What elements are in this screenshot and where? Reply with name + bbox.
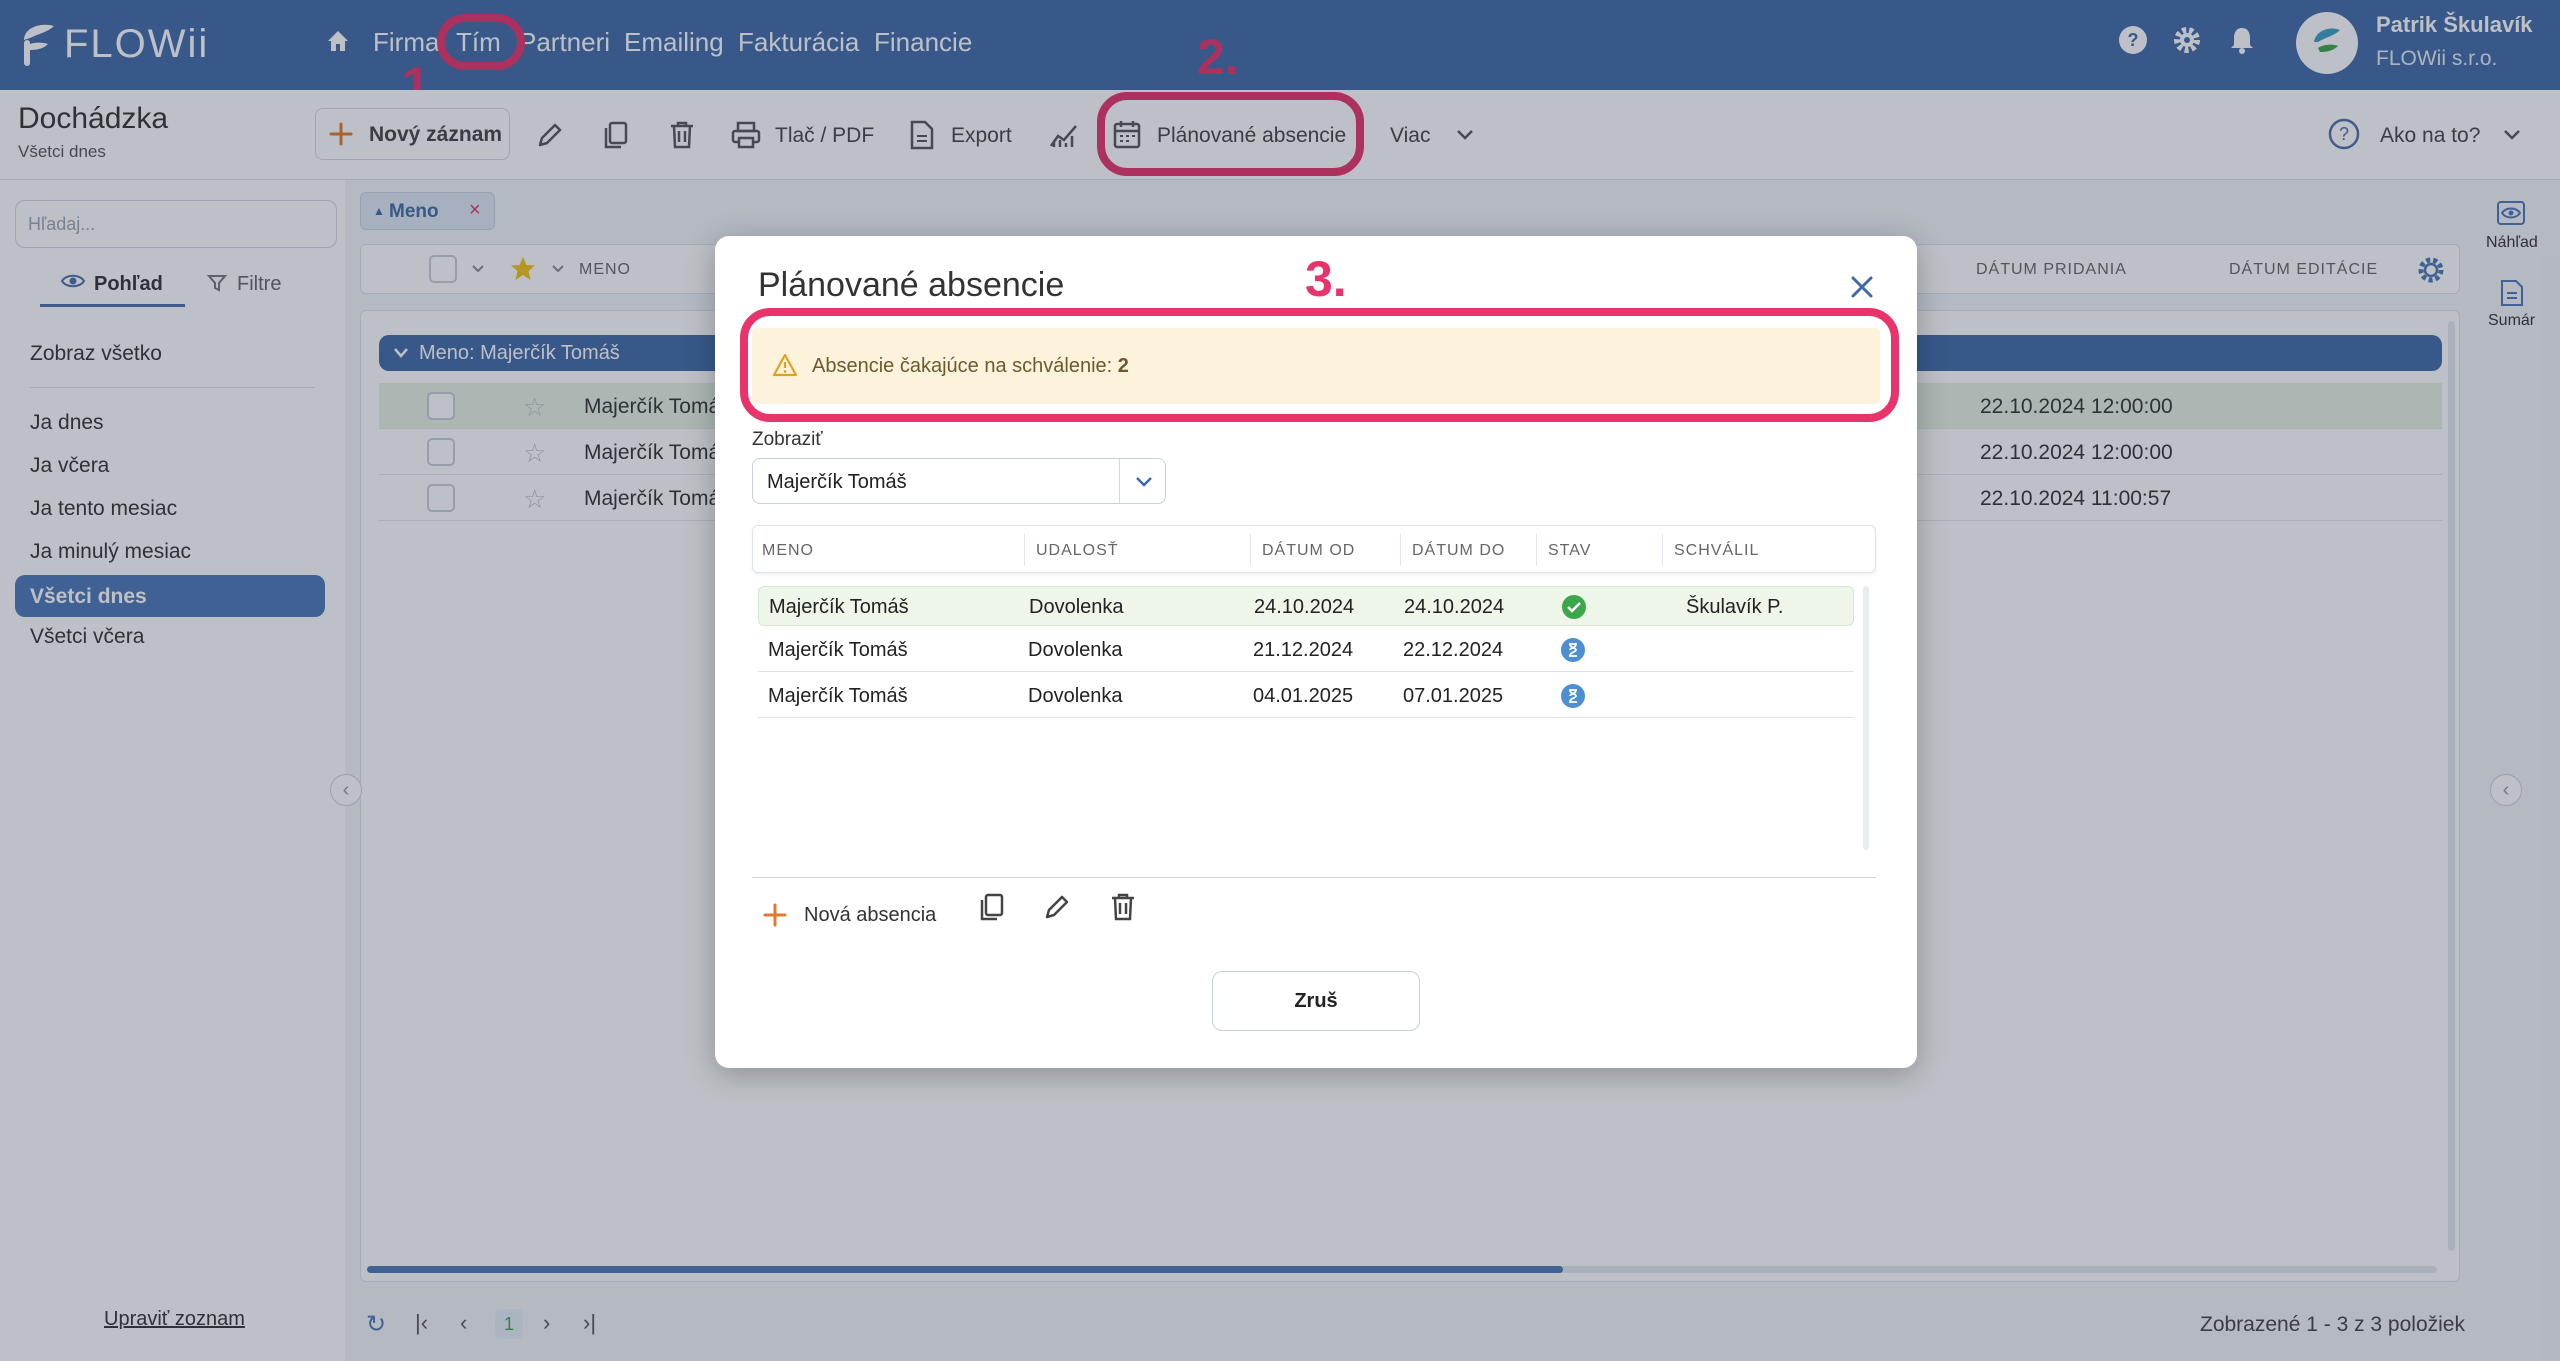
header-date-from[interactable]: DÁTUM OD [1262, 542, 1355, 560]
absence-from: 24.10.2024 [1254, 596, 1355, 618]
absence-from: 21.12.2024 [1253, 639, 1354, 661]
show-label: Zobraziť [752, 429, 823, 450]
plus-icon [762, 902, 788, 928]
new-absence-label: Nová absencia [804, 904, 937, 926]
annotation-ring-3 [740, 308, 1899, 422]
person-select[interactable]: Majerčík Tomáš [752, 458, 1166, 504]
hourglass-icon [1560, 637, 1586, 663]
absence-event: Dovolenka [1028, 685, 1123, 707]
person-select-value: Majerčík Tomáš [767, 471, 907, 493]
absence-to: 22.12.2024 [1403, 639, 1504, 661]
table-row[interactable]: Majerčík Tomáš Dovolenka 21.12.2024 22.1… [758, 628, 1854, 672]
new-absence-button[interactable]: Nová absencia [762, 894, 962, 934]
close-icon[interactable] [1849, 274, 1875, 300]
absence-name: Majerčík Tomáš [768, 639, 908, 661]
dialog-title: Plánované absencie [758, 266, 1065, 304]
annotation-label-3: 3. [1305, 251, 1347, 307]
absence-event: Dovolenka [1029, 596, 1124, 618]
header-status[interactable]: STAV [1548, 542, 1591, 560]
chevron-down-icon [1134, 475, 1154, 489]
header-name[interactable]: MENO [762, 542, 814, 560]
table-row[interactable]: Majerčík Tomáš Dovolenka 24.10.2024 24.1… [758, 586, 1854, 626]
absence-approved-by: Škulavík P. [1686, 596, 1784, 618]
header-date-to[interactable]: DÁTUM DO [1412, 542, 1505, 560]
table-row[interactable]: Majerčík Tomáš Dovolenka 04.01.2025 07.0… [758, 674, 1854, 718]
copy-icon[interactable] [977, 892, 1007, 922]
absence-from: 04.01.2025 [1253, 685, 1354, 707]
absence-name: Majerčík Tomáš [769, 596, 909, 618]
table-scrollbar[interactable] [1863, 586, 1869, 850]
absence-name: Majerčík Tomáš [768, 685, 908, 707]
hourglass-icon [1560, 683, 1586, 709]
approved-check-icon [1561, 594, 1587, 620]
select-divider [1119, 459, 1120, 503]
table-bottom-line [752, 877, 1876, 878]
cancel-button[interactable]: Zruš [1212, 971, 1420, 1031]
header-approved-by[interactable]: SCHVÁLIL [1674, 542, 1759, 560]
trash-icon[interactable] [1109, 892, 1137, 922]
absence-to: 07.01.2025 [1403, 685, 1504, 707]
pencil-icon[interactable] [1042, 892, 1072, 922]
absence-table-header: MENO UDALOSŤ DÁTUM OD DÁTUM DO STAV SCHV… [752, 525, 1876, 573]
absence-to: 24.10.2024 [1404, 596, 1505, 618]
header-event[interactable]: UDALOSŤ [1036, 542, 1119, 560]
absence-event: Dovolenka [1028, 639, 1123, 661]
